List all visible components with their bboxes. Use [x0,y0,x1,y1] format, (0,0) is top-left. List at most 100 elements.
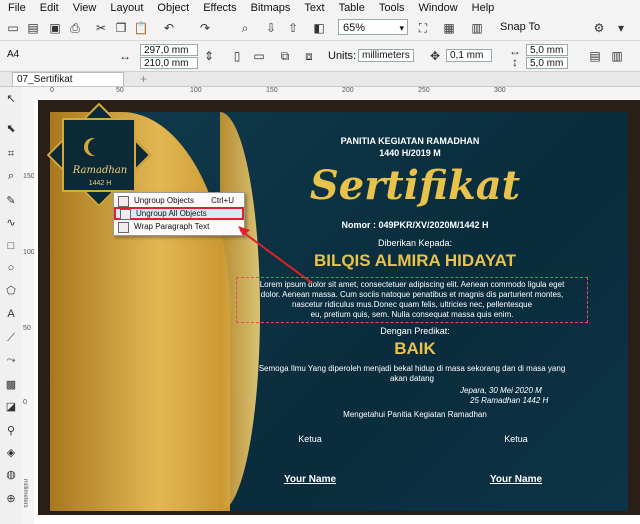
sign-right-name[interactable]: Your Name [476,474,556,485]
duplicate-y-field[interactable]: 5,0 mm [526,57,568,69]
menu-layout[interactable]: Layout [110,2,143,14]
cut-icon[interactable]: ✂ [92,19,110,37]
undo-icon[interactable]: ↶ [160,19,178,37]
drop-shadow-icon[interactable]: ▩ [4,377,18,391]
place-date[interactable]: Jepara, 30 Mei 2020 M [460,386,600,395]
launch-icon[interactable]: ▾ [612,19,630,37]
menu-text[interactable]: Text [304,2,324,14]
predicate-label[interactable]: Dengan Predikat: [300,326,530,336]
page-size-dropdown[interactable]: A4 [4,49,114,63]
import-icon[interactable]: ⇩ [262,19,280,37]
portrait-icon[interactable]: ▯ [228,47,246,65]
menu-help[interactable]: Help [472,2,495,14]
event-year[interactable]: 1440 H/2019 M [300,148,520,158]
page-height-field[interactable]: 210,0 mm [140,57,198,69]
standard-toolbar: ▭ ▤ ▣ ⎙ ✂ ❐ 📋 ↶ ↷ ⌕ ⇩ ⇧ ◧ 65% ⛶ ▦ ▥ Snap… [0,16,640,41]
page-border-icon[interactable]: ▥ [608,47,626,65]
shape-tool-icon[interactable]: ⬉ [4,121,18,135]
recipient-name[interactable]: BILQIS ALMIRA HIDAYAT [270,251,560,271]
copy-icon[interactable]: ❐ [112,19,130,37]
options-icon[interactable]: ⚙ [590,19,608,37]
predicate-value[interactable]: BAIK [300,339,530,359]
menu-window[interactable]: Window [419,2,458,14]
transparency-tool-icon[interactable]: ◪ [4,399,18,413]
publish-pdf-icon[interactable]: ◧ [310,19,328,37]
crescent-moon-icon [88,138,106,156]
connector-tool-icon[interactable]: ⤳ [4,353,18,367]
ruler-tick: 200 [342,87,354,94]
nudge-distance-field[interactable]: 0,1 mm [446,49,492,62]
lorem-line-1[interactable]: Lorem ipsum dolor sit amet, consectetuer… [236,280,588,289]
new-icon[interactable]: ▭ [4,19,22,37]
snap-to-dropdown[interactable]: Snap To [500,21,540,33]
certificate-title[interactable]: Sertifikat [300,162,530,209]
property-bar: A4 ↔ 297,0 mm 210,0 mm ⇕ ▯ ▭ ⧉ ⧈ Units: … [0,41,640,72]
spinner-icon[interactable]: ⇕ [200,47,218,65]
freehand-tool-icon[interactable]: ✎ [4,193,18,207]
menu-bitmaps[interactable]: Bitmaps [251,2,291,14]
wrap-paragraph-text-item[interactable]: Wrap Paragraph Text [114,220,244,233]
ellipse-tool-icon[interactable]: ○ [4,261,18,275]
document-tab[interactable]: 07_Sertifikat Ramadha... [12,72,124,99]
certificate-number[interactable]: Nomor : 049PKR/XV/2020M/1442 H [300,220,530,230]
pick-tool-icon[interactable]: ↖ [4,91,18,105]
menu-effects[interactable]: Effects [203,2,236,14]
lorem-line-3[interactable]: nascetur ridiculus mus.Donec quam felis,… [236,300,588,309]
menu-object[interactable]: Object [157,2,189,14]
landscape-icon[interactable]: ▭ [250,47,268,65]
given-to-label[interactable]: Diberikan Kepada: [300,238,530,248]
zoom-tool-icon[interactable]: ⌕ [4,169,18,183]
sign-left-name[interactable]: Your Name [270,474,350,485]
duplicate-x-field[interactable]: 5,0 mm [526,44,568,56]
full-screen-icon[interactable]: ⛶ [414,19,432,37]
new-tab-icon[interactable]: + [140,72,147,86]
ungroup-all-objects-item[interactable]: Ungroup All Objects [114,207,244,220]
text-tool-icon[interactable]: A [4,307,18,321]
menu-edit[interactable]: Edit [40,2,59,14]
menu-table[interactable]: Table [339,2,365,14]
paste-icon[interactable]: 📋 [132,19,150,37]
redo-icon[interactable]: ↷ [196,19,214,37]
known-by[interactable]: Mengetahui Panitia Kegiatan Ramadhan [300,410,530,419]
export-icon[interactable]: ⇧ [284,19,302,37]
show-grid-icon[interactable]: ▥ [468,19,486,37]
lorem-line-4[interactable]: eu, pretium quis, sem. Nulla consequat m… [236,310,588,319]
save-icon[interactable]: ▣ [46,19,64,37]
smart-fill-icon[interactable]: ◍ [4,467,18,481]
ruler-tick: 0 [50,87,54,94]
toolbox: ↖ ⬉ ⌗ ⌕ ✎ ∿ □ ○ ⬠ A ⟋ ⤳ ▩ ◪ ⚲ ◈ ◍ ⊕ [0,87,23,524]
add-tool-icon[interactable]: ⊕ [4,491,18,505]
sign-right-role[interactable]: Ketua [486,434,546,444]
show-rulers-icon[interactable]: ▦ [440,19,458,37]
sign-left-role[interactable]: Ketua [280,434,340,444]
duplicate-y-icon: ↕ [512,55,518,69]
polygon-tool-icon[interactable]: ⬠ [4,283,18,297]
lorem-line-2[interactable]: dolor. Aenean massa. Cum sociis natoque … [236,290,588,299]
rectangle-tool-icon[interactable]: □ [4,239,18,253]
print-icon[interactable]: ⎙ [66,19,84,37]
units-dropdown[interactable]: millimeters [358,49,414,62]
eyedropper-icon[interactable]: ⚲ [4,423,18,437]
ungroup-objects-item[interactable]: Ungroup Objects Ctrl+U [114,194,244,207]
crop-tool-icon[interactable]: ⌗ [4,147,18,161]
page-width-field[interactable]: 297,0 mm [140,44,198,56]
page-color-icon[interactable]: ▤ [586,47,604,65]
wish-line-1[interactable]: Semoga Ilmu Yang diperoleh menjadi bekal… [236,364,588,373]
ruler-units-label: millimeters [22,479,28,508]
menu-tools[interactable]: Tools [379,2,405,14]
current-page-icon[interactable]: ⧈ [300,47,318,65]
ruler-tick: 100 [23,249,35,256]
context-menu: Ungroup Objects Ctrl+U Ungroup All Objec… [113,192,245,236]
wish-line-2[interactable]: akan datang [236,374,588,383]
search-content-icon[interactable]: ⌕ [236,19,254,37]
interactive-fill-icon[interactable]: ◈ [4,445,18,459]
menu-view[interactable]: View [73,2,97,14]
org-name[interactable]: PANITIA KEGIATAN RAMADHAN [300,136,520,146]
zoom-level-dropdown[interactable]: 65% [338,19,408,36]
all-pages-icon[interactable]: ⧉ [276,47,294,65]
open-icon[interactable]: ▤ [24,19,42,37]
parallel-dimension-icon[interactable]: ⟋ [4,331,18,345]
hijri-date[interactable]: 25 Ramadhan 1442 H [470,396,610,405]
menu-file[interactable]: File [8,2,26,14]
artistic-media-icon[interactable]: ∿ [4,215,18,229]
